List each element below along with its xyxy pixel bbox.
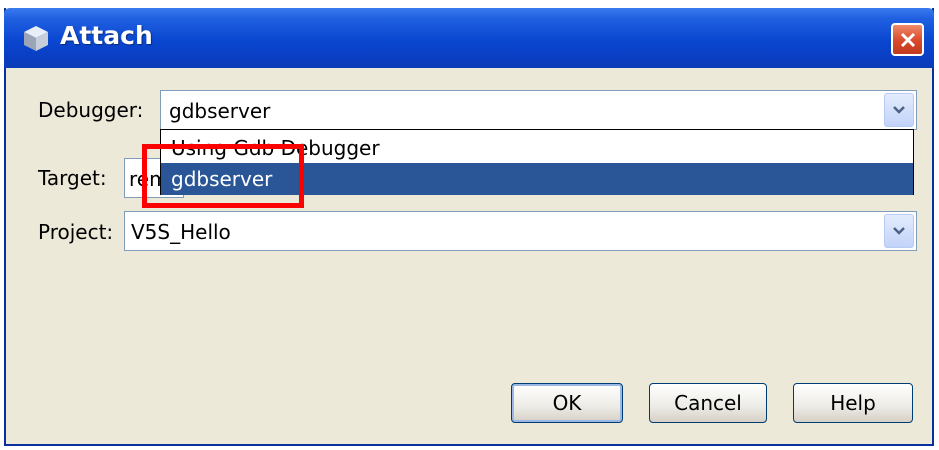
title-bar[interactable]: Attach bbox=[4, 8, 934, 68]
cube-icon bbox=[24, 26, 48, 51]
ok-button[interactable]: OK bbox=[511, 383, 623, 423]
chevron-down-icon bbox=[893, 106, 905, 114]
dropdown-item-gdbserver[interactable]: gdbserver bbox=[161, 163, 913, 195]
debugger-dropdown-list: Using Gdb Debugger gdbserver bbox=[160, 129, 914, 195]
chevron-down-icon bbox=[893, 227, 905, 235]
debugger-dropdown-button[interactable] bbox=[884, 93, 914, 127]
help-button[interactable]: Help bbox=[793, 383, 913, 423]
dropdown-item-using-gdb-debugger[interactable]: Using Gdb Debugger bbox=[161, 132, 913, 164]
target-label: Target: bbox=[38, 166, 107, 190]
debugger-value: gdbserver bbox=[169, 99, 271, 123]
close-button[interactable] bbox=[891, 23, 924, 56]
cancel-button[interactable]: Cancel bbox=[649, 383, 767, 423]
close-icon bbox=[900, 32, 915, 47]
project-dropdown-button[interactable] bbox=[884, 214, 914, 248]
debugger-label: Debugger: bbox=[38, 98, 144, 122]
dialog-title: Attach bbox=[60, 21, 153, 50]
project-label: Project: bbox=[38, 220, 114, 244]
debugger-combo[interactable]: gdbserver bbox=[160, 90, 917, 130]
project-value: V5S_Hello bbox=[131, 220, 231, 244]
project-combo[interactable]: V5S_Hello bbox=[124, 211, 917, 251]
